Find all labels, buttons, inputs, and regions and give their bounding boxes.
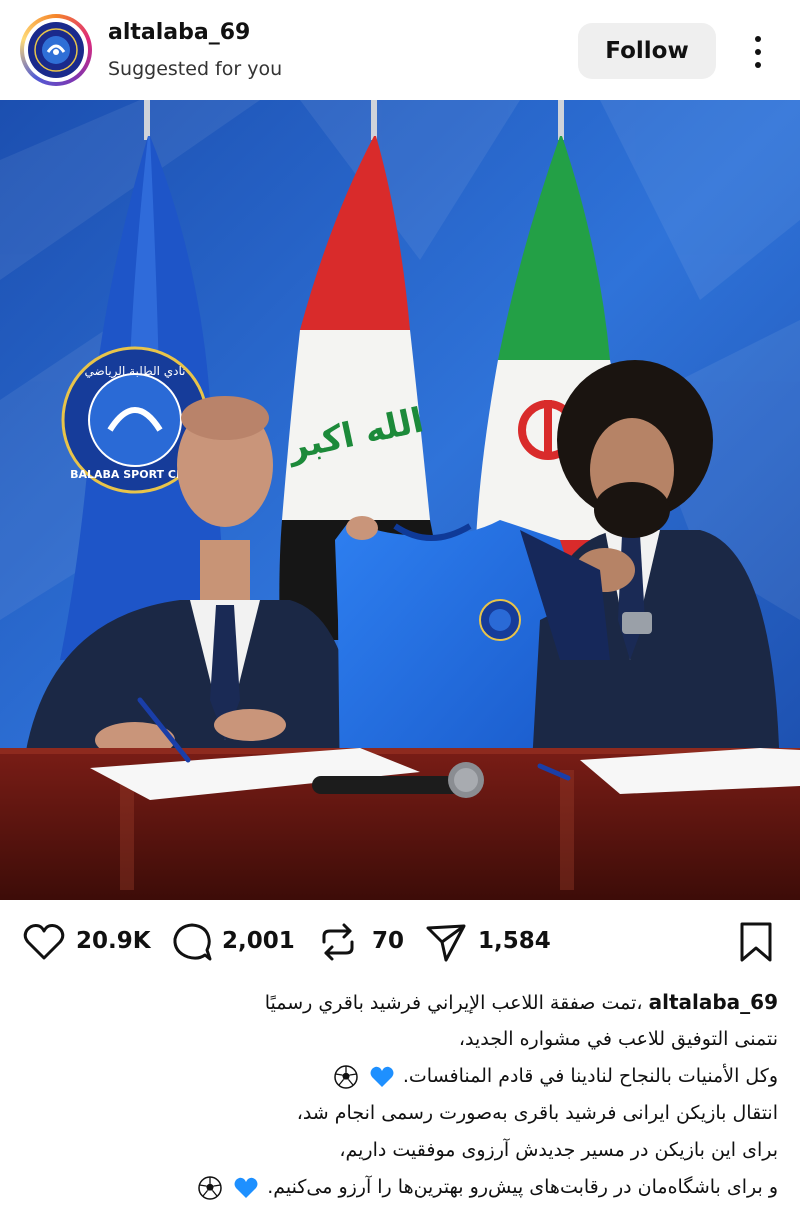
caption-line-2: نتمنى التوفيق للاعب في مشواره الجديد، [458,1028,778,1050]
like-button[interactable]: 20.9K [22,920,152,964]
post-caption: altalaba_69 ،تمت صفقة اللاعب الإيراني فر… [18,984,778,1206]
username-link[interactable]: altalaba_69 [108,20,250,45]
repost-button[interactable]: 70 [316,920,416,964]
blue-heart-icon [234,1177,258,1198]
avatar[interactable] [20,14,92,86]
post-photo[interactable]: نادي الطلبة الرياضي BALABA SPORT CLUB ال… [0,100,800,900]
caption-username[interactable]: altalaba_69 [649,990,778,1014]
blue-heart-icon [370,1066,394,1087]
caption-line-4: انتقال بازیکن ایرانی فرشید باقری به‌صورت… [296,1102,778,1124]
caption-line-1: altalaba_69 ،تمت صفقة اللاعب الإيراني فر… [18,984,778,1021]
action-bar: 20.9K 2,001 70 1,584 [0,900,800,984]
soccer-ball-icon [334,1064,358,1089]
club-logo-icon [28,22,84,78]
caption-line-5: برای این بازیکن در مسیر جدیدش آرزوی موفق… [339,1139,778,1161]
heart-icon [23,924,65,960]
repost-icon [322,923,354,961]
comment-button[interactable]: 2,001 [170,920,300,964]
caption-text-3: وكل الأمنيات بالنجاح لنادينا في قادم الم… [402,1065,778,1087]
more-icon[interactable] [746,30,770,74]
share-icon [426,924,466,962]
caption-line-6: و برای باشگاه‌مان در رقابت‌های پیش‌رو به… [18,1169,778,1206]
comment-icon [173,923,212,961]
bookmark-icon [740,922,772,962]
repost-count: 70 [372,928,405,954]
comment-count: 2,001 [222,928,295,954]
like-count: 20.9K [76,928,151,954]
soccer-ball-icon [198,1175,222,1200]
share-count: 1,584 [478,928,551,954]
caption-text-1: ،تمت صفقة اللاعب الإيراني فرشيد باقري رس… [264,992,643,1014]
post-header: altalaba_69 Suggested for you Follow [0,0,800,100]
suggested-label: Suggested for you [108,58,283,80]
share-button[interactable]: 1,584 [424,920,554,964]
caption-text-6: و برای باشگاه‌مان در رقابت‌های پیش‌رو به… [267,1176,778,1198]
caption-line-3: وكل الأمنيات بالنجاح لنادينا في قادم الم… [18,1058,778,1095]
bookmark-button[interactable] [736,920,776,964]
club-flag-arabic: نادي الطلبة الرياضي [84,364,185,379]
follow-button[interactable]: Follow [578,23,716,79]
